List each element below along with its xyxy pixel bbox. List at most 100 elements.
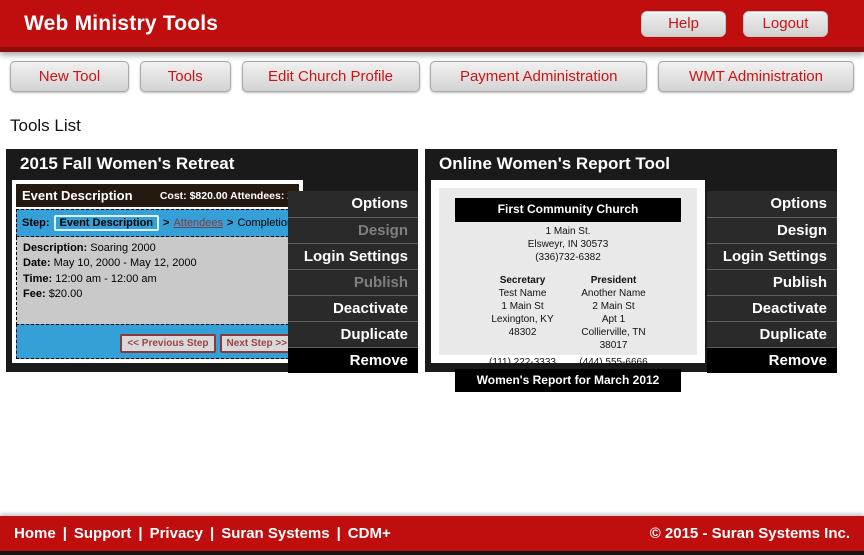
column-line: Lexington, KY 48302 — [477, 313, 568, 339]
app-header: Web Ministry Tools Help Logout — [0, 0, 864, 52]
tool-preview: First Community Church 1 Main St. Elswey… — [425, 178, 707, 372]
column-title: Secretary — [477, 274, 568, 287]
event-time-field: Time: 12:00 am - 12:00 am — [23, 272, 292, 287]
church-name-bar: First Community Church — [455, 198, 681, 222]
menu-remove[interactable]: Remove — [288, 347, 418, 373]
footer-link-privacy[interactable]: Privacy — [150, 525, 203, 542]
menu-options[interactable]: Options — [288, 191, 418, 217]
tools-list: 2015 Fall Women's Retreat Event Descript… — [0, 149, 864, 372]
previous-step-button: << Previous Step — [120, 334, 215, 353]
church-address: 1 Main St. Elsweyr, IN 30573 (336)732-63… — [447, 225, 689, 264]
tool-menu: Options Design Login Settings Publish De… — [288, 178, 418, 372]
field-value: May 10, 2000 - May 12, 2000 — [54, 257, 197, 269]
column-line: Collierville, TN 38017 — [568, 326, 659, 352]
step-separator: > — [227, 217, 233, 229]
main-content: Tools List 2015 Fall Women's Retreat Eve… — [0, 100, 864, 516]
menu-deactivate[interactable]: Deactivate — [707, 295, 837, 321]
menu-options[interactable]: Options — [707, 191, 837, 217]
tool-menu: Options Design Login Settings Publish De… — [707, 178, 837, 372]
event-date-field: Date: May 10, 2000 - May 12, 2000 — [23, 256, 292, 271]
column-title: President — [568, 274, 659, 287]
tool-card-online-womens-report: Online Women's Report Tool First Communi… — [425, 149, 837, 372]
event-fee-field: Fee: $20.00 — [23, 287, 292, 302]
footer-link-suran-systems[interactable]: Suran Systems — [221, 525, 329, 542]
menu-deactivate[interactable]: Deactivate — [288, 295, 418, 321]
help-button[interactable]: Help — [641, 11, 726, 37]
president-column: President Another Name 2 Main St Apt 1 C… — [568, 274, 659, 369]
column-line: 1 Main St — [477, 300, 568, 313]
step-separator: > — [163, 217, 169, 229]
column-line: Test Name — [477, 287, 568, 300]
field-label: Date: — [23, 257, 51, 269]
footer-separator: | — [138, 525, 142, 542]
event-step-bar: Step: Event Description > Attendees > Co… — [16, 209, 299, 237]
column-phone: (111) 222-3333 — [477, 352, 568, 369]
address-line: Elsweyr, IN 30573 — [447, 238, 689, 251]
menu-duplicate[interactable]: Duplicate — [707, 321, 837, 347]
event-description-field: Description: Soaring 2000 — [23, 241, 292, 256]
secretary-column: Secretary Test Name 1 Main St Lexington,… — [477, 274, 568, 369]
nav-wmt-administration-button[interactable]: WMT Administration — [658, 61, 854, 92]
footer-separator: | — [337, 525, 341, 542]
event-preview-title: Event Description — [22, 188, 133, 203]
footer-link-home[interactable]: Home — [14, 525, 56, 542]
event-step-footer: << Previous Step Next Step >> — [16, 324, 299, 359]
menu-publish: Publish — [288, 269, 418, 295]
field-label: Description: — [23, 242, 87, 254]
menu-design: Design — [288, 217, 418, 243]
nav-edit-church-profile-button[interactable]: Edit Church Profile — [242, 61, 420, 92]
menu-design[interactable]: Design — [707, 217, 837, 243]
step-attendees-link: Attendees — [173, 217, 223, 229]
step-completion: Completion — [237, 217, 293, 229]
step-current: Event Description — [54, 215, 160, 231]
event-details: Description: Soaring 2000 Date: May 10, … — [16, 237, 299, 325]
officer-columns: Secretary Test Name 1 Main St Lexington,… — [447, 274, 689, 369]
logout-button[interactable]: Logout — [743, 11, 828, 37]
column-line: Another Name — [568, 287, 659, 300]
report-title-bar: Women's Report for March 2012 — [455, 369, 681, 393]
column-line: 2 Main St — [568, 300, 659, 313]
footer-link-cdm[interactable]: CDM+ — [348, 525, 391, 542]
tool-preview: Event Description Cost: $820.00 Attendee… — [6, 178, 288, 372]
menu-publish[interactable]: Publish — [707, 269, 837, 295]
footer-separator: | — [63, 525, 67, 542]
footer-separator: | — [210, 525, 214, 542]
column-phone: (444) 555-6666 — [568, 352, 659, 369]
menu-login-settings[interactable]: Login Settings — [288, 243, 418, 269]
app-title: Web Ministry Tools — [24, 12, 218, 36]
tool-card-body: First Community Church 1 Main St. Elswey… — [425, 178, 837, 372]
tool-card-body: Event Description Cost: $820.00 Attendee… — [6, 178, 418, 372]
step-label: Step: — [22, 217, 50, 229]
tool-card-fall-womens-retreat: 2015 Fall Women's Retreat Event Descript… — [6, 149, 418, 372]
column-line: Apt 1 — [568, 313, 659, 326]
menu-duplicate[interactable]: Duplicate — [288, 321, 418, 347]
page-title: Tools List — [10, 116, 864, 136]
tool-card-title: Online Women's Report Tool — [425, 149, 837, 178]
copyright-text: © 2015 - Suran Systems Inc. — [650, 525, 850, 542]
address-line: 1 Main St. — [447, 225, 689, 238]
footer-links: Home | Support | Privacy | Suran Systems… — [14, 525, 391, 542]
footer-link-support[interactable]: Support — [74, 525, 132, 542]
field-label: Fee: — [23, 288, 46, 300]
menu-login-settings[interactable]: Login Settings — [707, 243, 837, 269]
bottom-strip — [0, 551, 864, 555]
report-preview: First Community Church 1 Main St. Elswey… — [439, 188, 697, 355]
header-buttons: Help Logout — [641, 11, 828, 37]
event-preview-panel: Event Description Cost: $820.00 Attendee… — [12, 180, 303, 363]
next-step-button: Next Step >> — [220, 334, 295, 353]
address-line: (336)732-6382 — [447, 251, 689, 264]
field-value: 12:00 am - 12:00 am — [55, 273, 157, 285]
field-label: Time: — [23, 273, 52, 285]
field-value: Soaring 2000 — [90, 242, 155, 254]
event-preview-header: Event Description Cost: $820.00 Attendee… — [16, 184, 299, 207]
menu-remove[interactable]: Remove — [707, 347, 837, 373]
event-preview-cost: Cost: $820.00 Attendees: 2 — [160, 190, 293, 202]
report-preview-panel: First Community Church 1 Main St. Elswey… — [431, 180, 705, 363]
nav-new-tool-button[interactable]: New Tool — [10, 61, 129, 92]
field-value: $20.00 — [49, 288, 83, 300]
nav-payment-administration-button[interactable]: Payment Administration — [430, 61, 647, 92]
app-footer: Home | Support | Privacy | Suran Systems… — [0, 516, 864, 551]
main-nav: New Tool Tools Edit Church Profile Payme… — [0, 52, 864, 100]
nav-tools-button[interactable]: Tools — [140, 61, 231, 92]
tool-card-title: 2015 Fall Women's Retreat — [6, 149, 418, 178]
